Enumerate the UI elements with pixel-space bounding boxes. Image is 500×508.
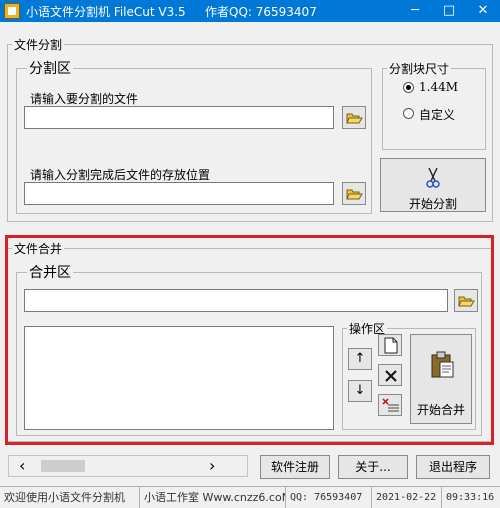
title-bar[interactable]: 小语文件分割机 FileCut V3.5 作者QQ: 76593407 ─ □ … (0, 0, 500, 22)
size-option-144m-label: 1.44M (419, 80, 459, 94)
size-option-custom-label: 自定义 (419, 108, 456, 122)
folder-open-icon (346, 113, 363, 124)
scrollbar-thumb[interactable] (41, 460, 85, 472)
size-radio-custom[interactable] (403, 108, 414, 119)
status-welcome: 欢迎使用小语文件分割机 (0, 487, 140, 508)
folder-open-icon (346, 189, 363, 200)
start-split-button[interactable]: 开始分割 (380, 158, 486, 212)
horizontal-scrollbar[interactable]: ‹ › (8, 455, 248, 477)
browse-dest-button[interactable] (342, 182, 366, 205)
source-file-input[interactable] (24, 106, 334, 129)
status-date: 2021-02-22 (372, 487, 442, 508)
chunk-size-legend: 分割块尺寸 (389, 62, 450, 76)
about-button[interactable]: 关于... (338, 455, 408, 479)
merge-highlight-frame (5, 235, 494, 445)
scroll-left-arrow-icon[interactable]: ‹ (19, 455, 25, 477)
chunk-size-group: 分割块尺寸 (382, 60, 486, 150)
scissors-icon (426, 167, 440, 188)
maximize-button[interactable]: □ (432, 0, 466, 22)
status-studio: 小语工作室 Www.cnzz6.coM (140, 487, 286, 508)
split-area-legend: 分割区 (29, 61, 71, 77)
dest-folder-label: 请输入分割完成后文件的存放位置 (30, 168, 211, 182)
author-qq: 作者QQ: 76593407 (205, 5, 317, 19)
split-group-legend: 文件分割 (14, 38, 63, 52)
browse-source-button[interactable] (342, 106, 366, 129)
status-qq: QQ: 76593407 (286, 487, 372, 508)
exit-button[interactable]: 退出程序 (416, 455, 490, 479)
app-icon (4, 3, 20, 19)
source-file-label: 请输入要分割的文件 (30, 92, 139, 106)
status-time: 09:33:16 (446, 492, 495, 503)
start-split-label: 开始分割 (408, 197, 457, 211)
minimize-button[interactable]: ─ (398, 0, 432, 22)
window-title: 小语文件分割机 FileCut V3.5 (26, 5, 186, 19)
size-radio-144m[interactable] (403, 82, 414, 93)
dest-folder-input[interactable] (24, 182, 334, 205)
register-button[interactable]: 软件注册 (260, 455, 330, 479)
scroll-right-arrow-icon[interactable]: › (209, 455, 215, 477)
close-button[interactable]: ✕ (466, 0, 500, 22)
